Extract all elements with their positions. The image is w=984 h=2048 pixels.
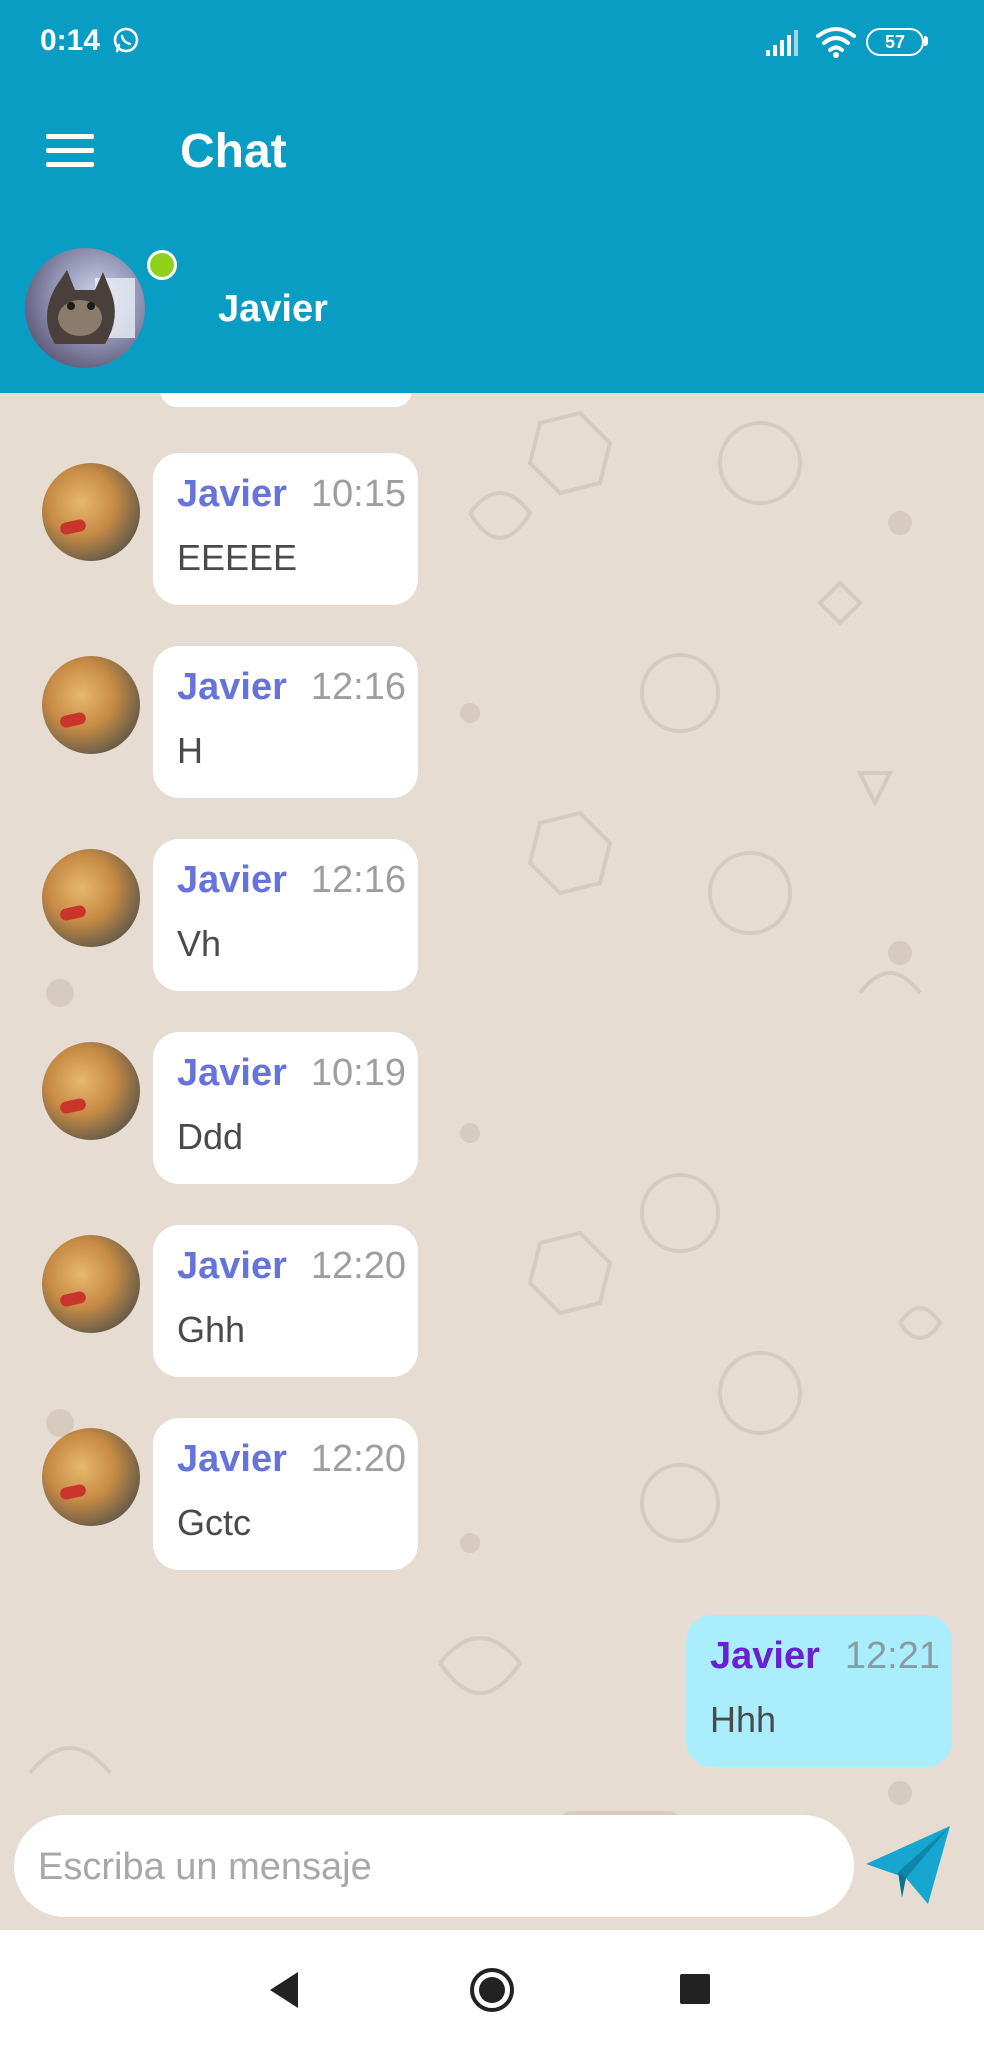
sender-name: Javier xyxy=(177,1245,287,1287)
message-bubble[interactable]: Javier 10:19 Ddd xyxy=(153,1032,418,1184)
contact-name[interactable]: Javier xyxy=(218,288,328,331)
battery-tip xyxy=(924,36,928,46)
contact-avatar[interactable] xyxy=(25,248,145,368)
message-row: Javier 10:15 EEEEE xyxy=(0,453,984,608)
message-bubble[interactable]: Javier 12:20 Ghh xyxy=(153,1225,418,1377)
sender-avatar[interactable] xyxy=(42,463,140,561)
sender-name: Javier xyxy=(177,473,287,515)
battery-level: 57 xyxy=(866,28,924,56)
message-bubble[interactable]: Javier 12:16 Vh xyxy=(153,839,418,991)
page-title: Chat xyxy=(180,125,287,178)
message-row: Javier 10:19 Ddd xyxy=(0,1032,984,1187)
message-row: Javier 12:16 Vh xyxy=(0,839,984,994)
sender-name: Javier xyxy=(177,1052,287,1094)
sender-name: Javier xyxy=(710,1635,820,1677)
battery-icon: 57 xyxy=(866,28,928,56)
sender-name: Javier xyxy=(177,1438,287,1480)
message-bubble[interactable]: Javier 10:15 EEEEE xyxy=(153,453,418,605)
whatsapp-icon xyxy=(113,27,139,53)
send-icon[interactable] xyxy=(862,1820,954,1910)
message-text: Ghh xyxy=(177,1309,246,1350)
app-bar: Chat Javier xyxy=(0,88,984,393)
outgoing-message-bubble[interactable]: Javier 12:21 Hhh xyxy=(686,1615,952,1767)
message-input[interactable] xyxy=(36,1815,830,1919)
message-composer xyxy=(14,1815,854,1919)
sender-avatar[interactable] xyxy=(42,1235,140,1333)
message-time: 12:20 xyxy=(310,1438,406,1480)
navigation-bar xyxy=(0,1930,984,2048)
signal-icon xyxy=(766,30,798,56)
sender-avatar[interactable] xyxy=(42,656,140,754)
message-bubble[interactable]: Javier 12:20 Gctc xyxy=(153,1418,418,1570)
message-time: 12:21 xyxy=(844,1635,940,1677)
message-row: Javier 12:20 Gctc xyxy=(0,1418,984,1573)
message-time: 10:19 xyxy=(310,1052,406,1094)
chat-area[interactable]: Javier 10:15 EEEEE Javier 12:16 H Javier… xyxy=(0,393,984,1930)
menu-icon[interactable] xyxy=(46,134,94,170)
message-text: Gctc xyxy=(177,1502,252,1543)
sender-avatar[interactable] xyxy=(42,849,140,947)
message-text: Hhh xyxy=(710,1699,777,1740)
sender-name: Javier xyxy=(177,859,287,901)
sender-avatar[interactable] xyxy=(42,1428,140,1526)
recents-icon[interactable] xyxy=(680,1974,710,2004)
status-time: 0:14 xyxy=(40,24,101,57)
message-row: Javier 12:16 H xyxy=(0,646,984,801)
home-icon[interactable] xyxy=(468,1966,516,2014)
message-text: H xyxy=(177,730,203,771)
message-time: 12:20 xyxy=(310,1245,406,1287)
message-text: EEEEE xyxy=(177,537,298,578)
status-bar: 0:14 57 xyxy=(0,0,984,88)
message-text: Ddd xyxy=(177,1116,244,1157)
back-icon[interactable] xyxy=(266,1970,302,2010)
previous-message-bubble xyxy=(160,393,412,407)
wifi-icon xyxy=(816,27,856,58)
message-row: Javier 12:20 Ghh xyxy=(0,1225,984,1380)
message-time: 12:16 xyxy=(310,859,406,901)
sender-name: Javier xyxy=(177,666,287,708)
message-text: Vh xyxy=(177,923,222,964)
message-bubble[interactable]: Javier 12:16 H xyxy=(153,646,418,798)
sender-avatar[interactable] xyxy=(42,1042,140,1140)
online-indicator xyxy=(147,250,177,280)
message-time: 12:16 xyxy=(310,666,406,708)
message-time: 10:15 xyxy=(310,473,406,515)
